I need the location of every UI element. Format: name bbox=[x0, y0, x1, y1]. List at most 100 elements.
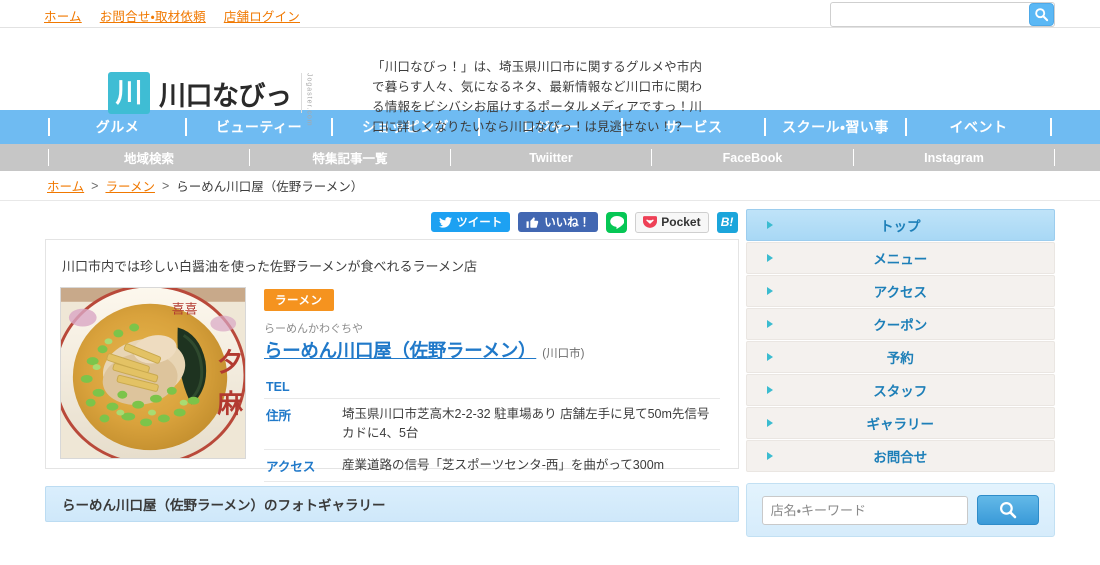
share-facebook-button[interactable]: いいね！ bbox=[518, 212, 599, 232]
sidebar-item-label: スタッフ bbox=[873, 384, 928, 399]
share-pocket-button[interactable]: Pocket bbox=[635, 211, 709, 233]
sidebar-item-access[interactable]: アクセス bbox=[745, 275, 1055, 307]
site-logo[interactable]: 川 川口なびっ Jogaster.com bbox=[108, 72, 313, 127]
sidebar-item-staff[interactable]: スタッフ bbox=[745, 374, 1055, 406]
sidebar-item-label: メニュー bbox=[873, 252, 928, 267]
top-link-home[interactable]: ホーム bbox=[44, 6, 82, 25]
table-row: 住所 埼玉県川口市芝高木2-2-32 駐車場あり 店舗左手に見て50m先信号カド… bbox=[264, 398, 720, 450]
info-value-access: 産業道路の信号「芝スポーツセンタ-西」を曲がって300m bbox=[342, 449, 720, 482]
share-twitter-button[interactable]: ツイート bbox=[431, 212, 511, 232]
sidebar-item-reservation[interactable]: 予約 bbox=[745, 341, 1055, 373]
site-description: 「川口なびっ！」は、埼玉県川口市に関するグルメや市内で暮らす人々、気になるネタ、… bbox=[372, 60, 702, 134]
social-share-row: ツイート いいね！ Pocket B! bbox=[45, 201, 739, 235]
main-content-column: ツイート いいね！ Pocket B! 川口市内では珍しい白醤油を使った佐野ラー… bbox=[45, 201, 739, 537]
logo-wordmark: 川口なびっ bbox=[159, 80, 292, 112]
triangle-right-icon bbox=[766, 452, 773, 460]
sub-navigation: 地域検索 特集記事一覧 Twiitter FaceBook Instagram bbox=[0, 144, 1100, 171]
thumbs-up-icon bbox=[526, 216, 539, 228]
share-twitter-label: ツイート bbox=[456, 217, 503, 229]
triangle-right-icon bbox=[766, 419, 773, 427]
breadcrumb-item-home[interactable]: ホーム bbox=[47, 176, 84, 195]
shop-title-row: らーめん川口屋（佐野ラーメン） (川口市) bbox=[264, 337, 720, 363]
sidebar-item-label: トップ bbox=[880, 219, 921, 234]
shop-photo[interactable]: 夕 麻 喜喜 bbox=[60, 287, 246, 459]
breadcrumb-item-ramen[interactable]: ラーメン bbox=[105, 176, 155, 195]
table-row: アクセス 産業道路の信号「芝スポーツセンタ-西」を曲がって300m bbox=[264, 449, 720, 482]
top-link-contact[interactable]: お問合せ・取材依頼 bbox=[100, 6, 206, 25]
top-utility-bar: ホーム お問合せ・取材依頼 店舗ログイン bbox=[0, 0, 1100, 28]
share-line-button[interactable] bbox=[606, 211, 628, 233]
subnav-item-instagram[interactable]: Instagram bbox=[854, 144, 1054, 171]
table-row: TEL bbox=[264, 377, 720, 399]
triangle-right-icon bbox=[766, 353, 773, 361]
breadcrumb-separator: > bbox=[91, 178, 99, 193]
share-hatena-button[interactable]: B! bbox=[716, 211, 738, 233]
search-icon bbox=[999, 501, 1017, 519]
subnav-item-feature-articles[interactable]: 特集記事一覧 bbox=[250, 144, 450, 171]
info-value-address: 埼玉県川口市芝高木2-2-32 駐車場あり 店舗左手に見て50m先信号カドに4、… bbox=[342, 398, 720, 450]
share-facebook-label: いいね！ bbox=[544, 217, 591, 229]
svg-text:喜喜: 喜喜 bbox=[172, 303, 198, 318]
line-icon bbox=[609, 215, 624, 229]
sidebar-item-contact[interactable]: お問合せ bbox=[745, 440, 1055, 472]
info-label-address: 住所 bbox=[264, 398, 342, 450]
shop-headline: 川口市内では珍しい白醤油を使った佐野ラーメンが食べれるラーメン店 bbox=[62, 259, 477, 274]
shop-info: ラーメン らーめんかわぐちや らーめん川口屋（佐野ラーメン） (川口市) TEL… bbox=[264, 287, 720, 482]
sidebar-item-label: アクセス bbox=[873, 285, 927, 300]
top-utility-links: ホーム お問合せ・取材依頼 店舗ログイン bbox=[44, 6, 300, 25]
shop-city-label: (川口市) bbox=[542, 348, 585, 360]
shop-sidebar-menu: トップ メニュー アクセス クーポン 予約 スタッフ ギャラリー お問合せ bbox=[745, 209, 1055, 472]
global-search-button[interactable] bbox=[1029, 3, 1054, 26]
search-icon bbox=[1035, 8, 1049, 22]
triangle-right-icon bbox=[766, 254, 773, 262]
top-link-shop-login[interactable]: 店舗ログイン bbox=[224, 6, 300, 25]
shop-summary-card: 川口市内では珍しい白醤油を使った佐野ラーメンが食べれるラーメン店 夕 麻 喜喜 … bbox=[45, 239, 739, 482]
pocket-icon bbox=[643, 216, 658, 228]
svg-text:麻: 麻 bbox=[217, 390, 243, 420]
subnav-item-area-search[interactable]: 地域検索 bbox=[49, 144, 249, 171]
triangle-right-icon bbox=[766, 320, 773, 328]
global-search-box bbox=[830, 2, 1055, 27]
breadcrumb: ホーム > ラーメン > らーめん川口屋（佐野ラーメン） bbox=[0, 171, 1100, 201]
svg-text:夕: 夕 bbox=[217, 348, 243, 378]
sidebar-item-gallery[interactable]: ギャラリー bbox=[745, 407, 1055, 439]
logo-domain-label: Jogaster.com bbox=[300, 73, 313, 127]
shop-kana: らーめんかわぐちや bbox=[264, 323, 363, 335]
nav-item-school[interactable]: スクール・習い事 bbox=[766, 110, 905, 144]
photo-gallery-heading: らーめん川口屋（佐野ラーメン）のフォトギャラリー bbox=[45, 486, 739, 522]
subnav-divider bbox=[1054, 149, 1055, 166]
sidebar-item-label: ギャラリー bbox=[866, 417, 935, 432]
info-label-access: アクセス bbox=[264, 449, 342, 482]
shop-body: 夕 麻 喜喜 ラーメン らーめんかわぐちや らーめん川口屋（佐野ラーメン） (川… bbox=[60, 287, 720, 482]
nav-item-gourmet[interactable]: グルメ bbox=[50, 110, 185, 144]
triangle-right-icon bbox=[766, 221, 773, 229]
breadcrumb-item-current: らーめん川口屋（佐野ラーメン） bbox=[176, 180, 364, 194]
subnav-item-twitter[interactable]: Twiitter bbox=[451, 144, 651, 171]
sidebar-search-box bbox=[745, 483, 1055, 537]
shop-info-table: TEL 住所 埼玉県川口市芝高木2-2-32 駐車場あり 店舗左手に見て50m先… bbox=[264, 377, 720, 482]
ramen-bowl-image: 夕 麻 喜喜 bbox=[61, 288, 245, 458]
share-pocket-label: Pocket bbox=[661, 215, 701, 229]
category-badge[interactable]: ラーメン bbox=[264, 289, 334, 311]
sidebar-item-label: クーポン bbox=[873, 318, 928, 333]
global-search-input[interactable] bbox=[831, 3, 1029, 26]
nav-divider bbox=[1050, 118, 1052, 136]
page-body: ツイート いいね！ Pocket B! 川口市内では珍しい白醤油を使った佐野ラー… bbox=[0, 201, 1100, 537]
logo-mark-icon: 川 bbox=[108, 72, 150, 114]
sidebar-item-label: 予約 bbox=[886, 351, 914, 366]
sidebar-search-input[interactable] bbox=[761, 495, 968, 525]
info-label-tel: TEL bbox=[264, 377, 342, 399]
sidebar-item-coupon[interactable]: クーポン bbox=[745, 308, 1055, 340]
site-header: 川 川口なびっ Jogaster.com 「川口なびっ！」は、埼玉県川口市に関す… bbox=[0, 28, 1100, 134]
info-value-tel bbox=[342, 377, 720, 399]
sidebar-search-button[interactable] bbox=[977, 495, 1039, 525]
triangle-right-icon bbox=[766, 287, 773, 295]
triangle-right-icon bbox=[766, 386, 773, 394]
shop-title-link[interactable]: らーめん川口屋（佐野ラーメン） bbox=[264, 337, 537, 363]
sidebar-item-top[interactable]: トップ bbox=[745, 209, 1055, 241]
sidebar-item-label: お問合せ bbox=[873, 450, 928, 465]
nav-item-event[interactable]: イベント bbox=[907, 110, 1050, 144]
subnav-item-facebook[interactable]: FaceBook bbox=[652, 144, 853, 171]
breadcrumb-separator: > bbox=[161, 178, 170, 193]
sidebar-item-menu[interactable]: メニュー bbox=[745, 242, 1055, 274]
